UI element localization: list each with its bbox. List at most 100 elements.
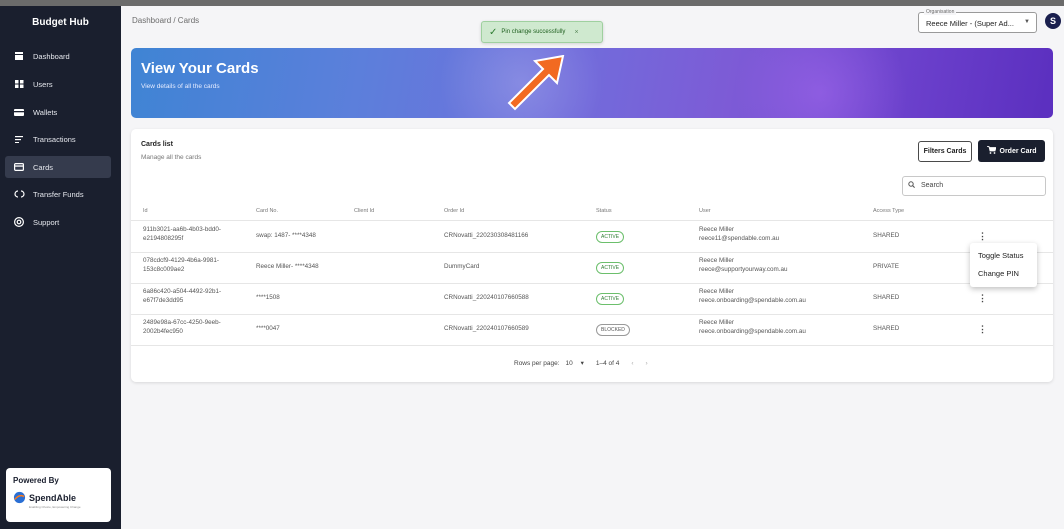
annotation-arrow-icon: [507, 55, 565, 111]
organisation-select[interactable]: Organisation Reece Miller - (Super Ad...…: [918, 9, 1037, 33]
access-type: SHARED: [873, 325, 900, 332]
column-header-client-id[interactable]: Client Id: [354, 208, 374, 214]
main-content: Dashboard / Cards Organisation Reece Mil…: [121, 6, 1064, 529]
user-info: Reece Miller reece.onboarding@spendable.c…: [699, 319, 806, 336]
app-window: Budget Hub Dashboard Users Wallets Trans…: [0, 0, 1064, 529]
sidebar-item-label: Support: [33, 217, 60, 227]
close-icon[interactable]: ×: [574, 29, 578, 36]
sidebar: Budget Hub Dashboard Users Wallets Trans…: [0, 6, 121, 529]
organisation-label: Organisation: [924, 9, 957, 15]
card-id: 6a86c420-a504-4492-92b1- e67f7de3dd95: [143, 288, 222, 305]
card-id: 911b3021-aa6b-4b03-bdd0- e2194808295f: [143, 226, 221, 243]
cards-list-title: Cards list: [141, 141, 173, 148]
card-number: ****1508: [256, 294, 280, 301]
cart-icon: [986, 146, 997, 156]
access-type: PRIVATE: [873, 263, 900, 270]
spendable-logo: SpendAble: [13, 491, 104, 504]
breadcrumb[interactable]: Dashboard / Cards: [132, 16, 199, 25]
order-id: DummyCard: [444, 263, 480, 270]
table-header: Id Card No. Client Id Order Id Status Us…: [131, 203, 1053, 221]
success-toast: ✓ Pin change successfully ×: [481, 21, 603, 43]
sidebar-item-cards[interactable]: Cards: [5, 156, 111, 178]
support-icon: [5, 217, 33, 227]
sidebar-item-transfer-funds[interactable]: Transfer Funds: [5, 183, 111, 205]
toast-message: Pin change successfully: [501, 29, 566, 35]
sidebar-item-label: Dashboard: [33, 51, 70, 61]
brand-title: Budget Hub: [32, 17, 89, 28]
table-row[interactable]: 078cdcf9-4129-4b6a-9981- 153c8c009ae2 Ree…: [131, 253, 1053, 284]
next-page-icon[interactable]: ›: [646, 360, 648, 367]
card-id: 2489e98a-67cc-4250-9eeb- 2002b4fec950: [143, 319, 221, 336]
transfer-icon: [5, 190, 33, 198]
search-placeholder: Search: [921, 182, 944, 189]
card-number: Reece Miller- ****4348: [256, 263, 319, 270]
powered-by-label: Powered By: [13, 476, 59, 485]
filter-cards-button[interactable]: Filters Cards: [918, 141, 972, 162]
sidebar-item-label: Transactions: [33, 134, 76, 144]
sidebar-item-label: Users: [33, 79, 53, 89]
status-badge: ACTIVE: [596, 293, 625, 305]
page-title: View Your Cards: [141, 60, 259, 77]
column-header-user[interactable]: User: [699, 208, 711, 214]
dashboard-icon: [5, 52, 33, 60]
transactions-icon: [5, 135, 33, 143]
menu-item-toggle-status[interactable]: Toggle Status: [978, 251, 1023, 260]
check-icon: ✓: [489, 26, 498, 38]
user-info: Reece Miller reece.onboarding@spendable.c…: [699, 288, 806, 305]
column-header-id[interactable]: Id: [143, 208, 148, 214]
more-options-icon[interactable]: ⋮: [978, 293, 987, 304]
page-range: 1–4 of 4: [595, 359, 620, 367]
order-id: CRNovatti_220240107660588: [444, 294, 529, 301]
order-card-button[interactable]: Order Card: [978, 140, 1045, 162]
table-row[interactable]: 6a86c420-a504-4492-92b1- e67f7de3dd95 ***…: [131, 284, 1053, 315]
prev-page-icon[interactable]: ‹: [631, 360, 633, 367]
column-header-access-type[interactable]: Access Type: [873, 208, 904, 214]
status-badge: ACTIVE: [596, 262, 625, 274]
spendable-logo-icon: [13, 491, 26, 504]
sidebar-item-dashboard[interactable]: Dashboard: [5, 45, 111, 67]
organisation-value: Reece Miller - (Super Ad...: [926, 19, 1014, 28]
avatar[interactable]: S: [1045, 13, 1061, 29]
sidebar-item-support[interactable]: Support: [5, 211, 111, 233]
more-options-icon[interactable]: ⋮: [978, 231, 987, 242]
powered-by-box: Powered By SpendAble Enabling Choice, Em…: [6, 468, 111, 522]
user-info: Reece Miller reece11@spendable.com.au: [699, 226, 780, 243]
table-row[interactable]: 911b3021-aa6b-4b03-bdd0- e2194808295f swa…: [131, 222, 1053, 253]
search-input[interactable]: Search: [902, 176, 1046, 196]
banner-glow: [711, 48, 931, 118]
access-type: SHARED: [873, 232, 900, 239]
access-type: SHARED: [873, 294, 900, 301]
table-row[interactable]: 2489e98a-67cc-4250-9eeb- 2002b4fec950 ***…: [131, 315, 1053, 346]
order-id: CRNovatti_220230308481166: [444, 232, 529, 239]
column-header-status[interactable]: Status: [596, 208, 612, 214]
menu-item-change-pin[interactable]: Change PIN: [978, 269, 1019, 278]
status-badge: ACTIVE: [596, 231, 625, 243]
more-options-icon[interactable]: ⋮: [978, 324, 987, 335]
logo-tagline: Enabling Choice, Empowering Change: [29, 505, 81, 509]
row-context-menu: Toggle Status Change PIN: [970, 243, 1037, 287]
chevron-down-icon: ▼: [1024, 19, 1030, 25]
status-badge: BLOCKED: [596, 324, 630, 336]
rows-per-page-label: Rows per page:: [514, 359, 560, 367]
card-number: ****0047: [256, 325, 280, 332]
rows-per-page-select[interactable]: 10 ▾: [566, 359, 584, 367]
column-header-card-no[interactable]: Card No.: [256, 208, 278, 214]
sidebar-item-wallets[interactable]: Wallets: [5, 101, 111, 123]
logo-text: SpendAble: [29, 492, 77, 503]
sidebar-item-label: Cards: [33, 162, 54, 172]
user-info: Reece Miller reece@supportyourway.com.au: [699, 257, 788, 274]
card-number: swap: 1487- ****4348: [256, 232, 316, 239]
page-banner: View Your Cards View details of all the …: [131, 48, 1053, 118]
search-icon: [908, 181, 915, 190]
card-id: 078cdcf9-4129-4b6a-9981- 153c8c009ae2: [143, 257, 219, 274]
wallet-icon: [5, 108, 33, 116]
sidebar-item-transactions[interactable]: Transactions: [5, 128, 111, 150]
users-icon: [5, 80, 33, 88]
order-id: CRNovatti_220240107660589: [444, 325, 529, 332]
sidebar-item-label: Transfer Funds: [33, 189, 84, 199]
sidebar-item-users[interactable]: Users: [5, 73, 111, 95]
card-icon: [5, 163, 33, 171]
column-header-order-id[interactable]: Order Id: [444, 208, 464, 214]
page-subtitle: View details of all the cards: [141, 83, 220, 90]
cards-list-subtitle: Manage all the cards: [141, 154, 202, 161]
